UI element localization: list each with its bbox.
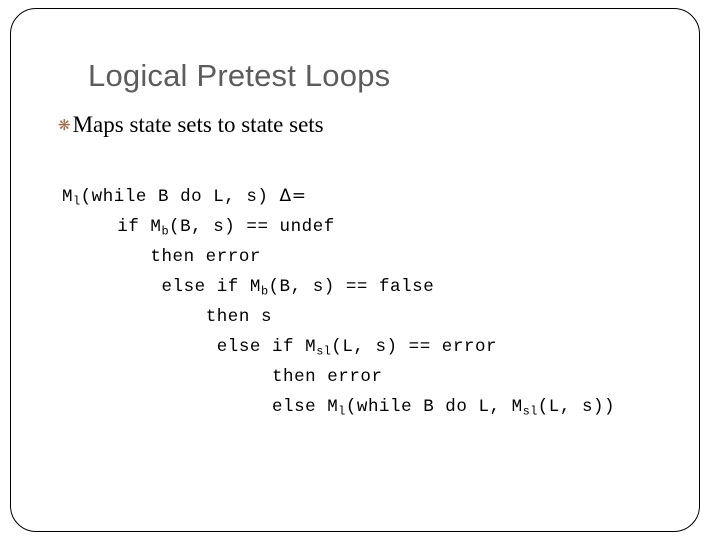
bullet-item-label: Maps state sets to state sets bbox=[72, 112, 324, 137]
ornament-bullet-icon: ❋ bbox=[58, 116, 71, 134]
code-line: else if Mb(B, s) == false bbox=[62, 272, 682, 302]
code-text: if M bbox=[117, 217, 162, 237]
page-title: Logical Pretest Loops bbox=[88, 58, 391, 93]
code-line: else if Msl(L, s) == error bbox=[62, 332, 682, 362]
code-text: (while B do L, M bbox=[345, 397, 523, 417]
code-text: (L, s)) bbox=[537, 397, 616, 417]
code-text: M bbox=[62, 187, 74, 207]
code-text: then s bbox=[205, 307, 272, 327]
bullet-list-item: ❋ Maps state sets to state sets bbox=[58, 112, 658, 138]
code-subscript: l bbox=[338, 404, 346, 419]
code-text: else if M bbox=[161, 277, 261, 297]
presentation-slide: Logical Pretest Loops ❋ Maps state sets … bbox=[0, 0, 720, 540]
code-line: then error bbox=[62, 242, 682, 272]
code-subscript: b bbox=[161, 224, 170, 239]
code-line: else Ml(while B do L, Msl(L, s)) bbox=[62, 392, 682, 422]
code-text: (B, s) == false bbox=[268, 277, 435, 297]
code-text: then error bbox=[150, 247, 261, 267]
code-line: Ml(while B do L, s) Δ= bbox=[62, 181, 682, 212]
code-text: else if M bbox=[216, 337, 317, 357]
code-text: (B, s) == undef bbox=[169, 217, 335, 237]
code-subscript: sl bbox=[316, 344, 332, 359]
code-subscript: sl bbox=[522, 404, 538, 419]
code-text: (L, s) == error bbox=[331, 337, 498, 357]
code-subscript: l bbox=[73, 194, 81, 209]
delta-symbol: Δ= bbox=[279, 186, 307, 206]
code-line: then error bbox=[62, 362, 682, 392]
code-text: (while B do L, s) bbox=[80, 187, 280, 207]
code-line: then s bbox=[62, 302, 682, 332]
code-text: then error bbox=[271, 367, 383, 387]
code-block: Ml(while B do L, s) Δ= if Mb(B, s) == un… bbox=[62, 181, 682, 422]
code-line: if Mb(B, s) == undef bbox=[62, 212, 682, 242]
code-text: else M bbox=[271, 397, 339, 417]
